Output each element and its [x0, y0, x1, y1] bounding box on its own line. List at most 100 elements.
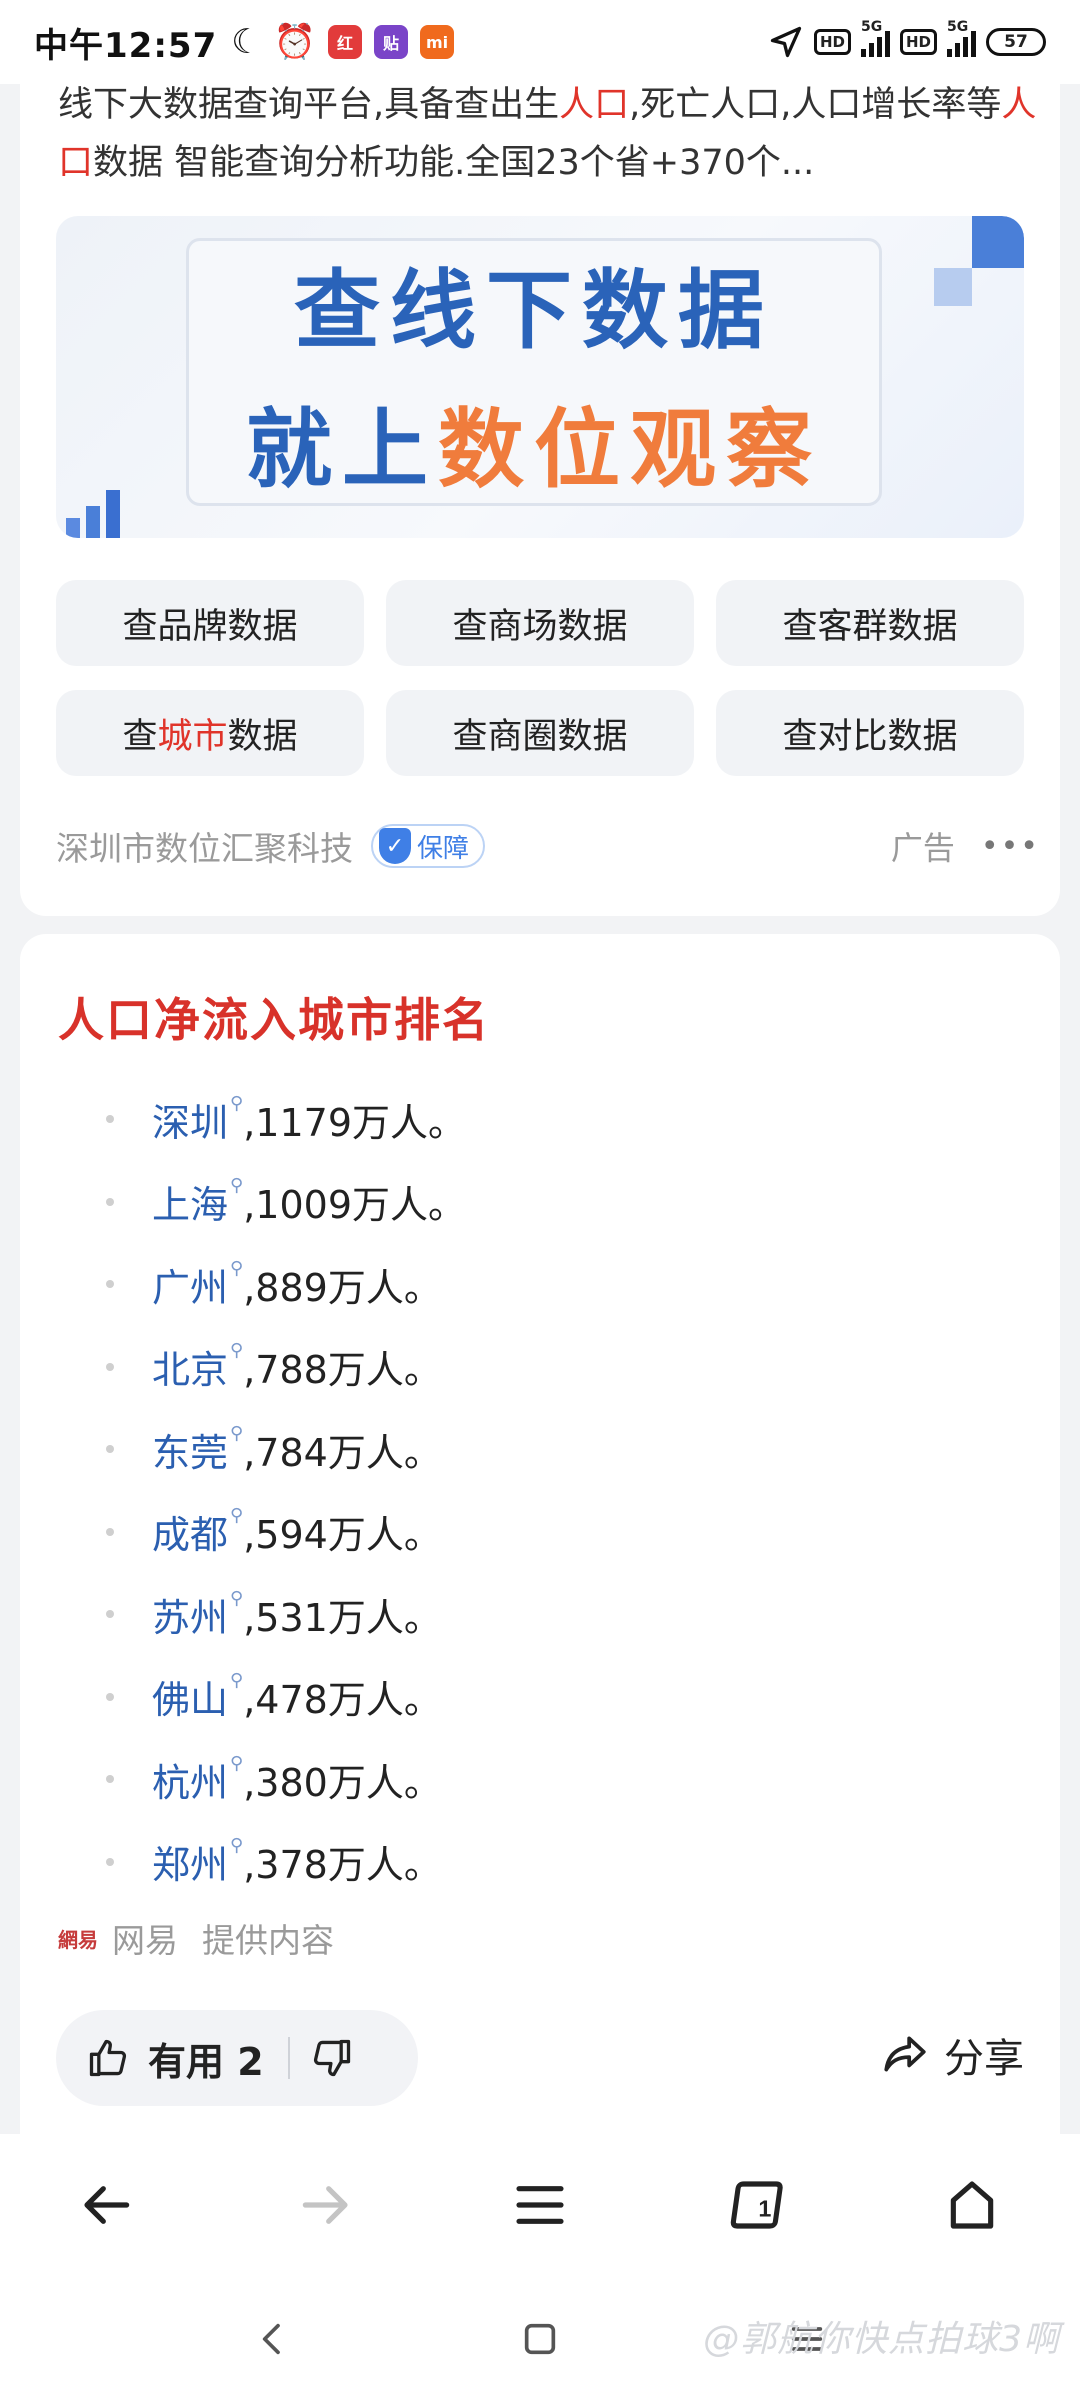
- city-link[interactable]: 苏州: [152, 1587, 228, 1642]
- battery-icon: 57: [986, 28, 1046, 56]
- population-value: ,788万人。: [243, 1348, 442, 1393]
- population-value: ,784万人。: [243, 1430, 442, 1475]
- list-item: 上海 ⚲ ,1009万人。: [58, 1161, 1038, 1244]
- query-brand-button[interactable]: 查品牌数据: [56, 580, 364, 666]
- list-item: 深圳 ⚲ ,1179万人。: [58, 1078, 1038, 1161]
- search-icon[interactable]: ⚲: [230, 1423, 243, 1444]
- ad-banner-image[interactable]: 查线下数据 就上数位观察: [56, 216, 1024, 538]
- city-link[interactable]: 成都: [152, 1504, 228, 1559]
- bullet: [106, 1362, 114, 1371]
- location-icon: [770, 26, 802, 58]
- query-city-button[interactable]: 查城市 数据: [56, 690, 364, 776]
- forward-button[interactable]: [284, 2165, 364, 2245]
- banner-text-panel: 查线下数据 就上数位观察: [186, 238, 882, 506]
- app-notification-icon: 红: [328, 25, 363, 59]
- thumbs-down-icon[interactable]: [310, 2036, 354, 2080]
- city-link[interactable]: 广州: [152, 1257, 228, 1312]
- menu-button[interactable]: [500, 2165, 580, 2245]
- bullet: [106, 1280, 114, 1289]
- hd-icon: HD: [813, 29, 851, 55]
- bullet: [106, 1692, 114, 1701]
- banner-line-2: 就上数位观察: [246, 400, 822, 500]
- city-link[interactable]: 佛山: [152, 1669, 228, 1724]
- city-link[interactable]: 上海: [152, 1174, 228, 1229]
- query-customer-button[interactable]: 查客群数据: [716, 580, 1024, 666]
- query-compare-button[interactable]: 查对比数据: [716, 690, 1024, 776]
- search-icon[interactable]: ⚲: [230, 1258, 243, 1279]
- share-button[interactable]: 分享: [880, 2026, 1024, 2084]
- ad-quick-buttons: 查品牌数据 查商场数据 查客群数据 查城市 数据 查商圈数据 查对比数据: [56, 580, 1024, 776]
- ad-label: 广告: [890, 829, 955, 867]
- arrow-right-icon: [302, 2186, 348, 2224]
- population-value: ,594万人。: [243, 1513, 442, 1558]
- query-business-district-button[interactable]: 查商圈数据: [386, 690, 694, 776]
- hd-icon: HD: [899, 29, 937, 55]
- banner-line-1: 查线下数据: [294, 261, 774, 361]
- tabs-icon: 1: [730, 2181, 783, 2229]
- decor-square: [934, 268, 972, 306]
- clock: 中午12:57: [34, 25, 218, 66]
- population-value: ,378万人。: [243, 1843, 442, 1888]
- list-item: 郑州 ⚲ ,378万人。: [58, 1821, 1038, 1904]
- status-icons-right: HD 5G HD 5G 57: [768, 19, 1046, 60]
- arrow-left-icon: [84, 2186, 130, 2224]
- content-card: 人口净流入城市排名 深圳 ⚲ ,1179万人。 上海 ⚲ ,1009万人。 广州 ⚲ ,88…: [20, 934, 1060, 2134]
- search-icon[interactable]: ⚲: [230, 1670, 243, 1691]
- query-mall-button[interactable]: 查商场数据: [386, 580, 694, 666]
- list-item: 成都 ⚲ ,594万人。: [58, 1491, 1038, 1574]
- ad-card[interactable]: 线下大数据查询平台,具备查出生人口,死亡人口,人口增长率等人口数据 智能查询分析…: [20, 40, 1060, 916]
- app-notification-icon: mi: [420, 25, 455, 59]
- useful-feedback: 有用 2: [56, 2010, 418, 2106]
- search-icon[interactable]: ⚲: [230, 1093, 243, 1114]
- netease-logo: 網易: [58, 1927, 98, 1952]
- population-value: ,1009万人。: [243, 1183, 466, 1228]
- signal-icon: 5G: [860, 19, 890, 57]
- status-bar: 中午12:57 ☾ ⏰ 红 贴 mi HD 5G HD 5G 57: [0, 0, 1080, 84]
- divider: [287, 2037, 290, 2079]
- city-link[interactable]: 郑州: [152, 1834, 228, 1889]
- city-link[interactable]: 东莞: [152, 1422, 228, 1477]
- search-icon[interactable]: ⚲: [230, 1835, 243, 1856]
- ad-description[interactable]: 线下大数据查询平台,具备查出生人口,死亡人口,人口增长率等人口数据 智能查询分析…: [58, 76, 1038, 192]
- system-back-button[interactable]: [243, 2309, 303, 2369]
- svg-text:1: 1: [758, 2196, 771, 2222]
- status-icons-left: ☾ ⏰ 红 贴 mi: [231, 22, 455, 62]
- more-options-icon[interactable]: •••: [981, 829, 1040, 864]
- back-button[interactable]: [68, 2165, 148, 2245]
- advertiser-name[interactable]: 深圳市数位汇聚科技: [56, 822, 353, 870]
- ranking-list: 深圳 ⚲ ,1179万人。 上海 ⚲ ,1009万人。 广州 ⚲ ,889万人。 北京 ⚲ ,7…: [58, 1078, 1038, 1903]
- moon-icon: ☾: [231, 22, 262, 62]
- city-link[interactable]: 杭州: [152, 1752, 228, 1807]
- menu-icon: [516, 2186, 564, 2224]
- list-item: 广州 ⚲ ,889万人。: [58, 1243, 1038, 1326]
- source-name: 网易: [112, 1921, 178, 1960]
- population-value: ,1179万人。: [243, 1100, 466, 1145]
- tabs-button[interactable]: 1: [716, 2165, 796, 2245]
- share-icon: [884, 2036, 926, 2072]
- city-link[interactable]: 北京: [152, 1339, 228, 1394]
- search-icon[interactable]: ⚲: [230, 1753, 243, 1774]
- population-value: ,531万人。: [243, 1595, 442, 1640]
- bullet: [106, 1445, 114, 1454]
- alarm-icon: ⏰: [273, 22, 317, 62]
- chevron-left-icon: [263, 2323, 281, 2354]
- list-item: 苏州 ⚲ ,531万人。: [58, 1573, 1038, 1656]
- useful-count[interactable]: 有用 2: [148, 2031, 264, 2086]
- search-icon[interactable]: ⚲: [230, 1505, 243, 1526]
- bullet: [106, 1197, 114, 1206]
- thumbs-up-icon[interactable]: [86, 2036, 130, 2080]
- decor-bar: [106, 490, 120, 538]
- browser-toolbar: 1: [0, 2134, 1080, 2276]
- home-button[interactable]: [932, 2165, 1012, 2245]
- list-item: 东莞 ⚲ ,784万人。: [58, 1408, 1038, 1491]
- search-icon[interactable]: ⚲: [230, 1175, 243, 1196]
- home-icon: [950, 2181, 994, 2229]
- ad-footer: 深圳市数位汇聚科技 ✓ 保障 广告 •••: [56, 822, 1040, 870]
- content-source[interactable]: 網易 网易 提供内容: [58, 1914, 334, 1962]
- search-icon[interactable]: ⚲: [230, 1588, 243, 1609]
- section-title: 人口净流入城市排名: [58, 993, 490, 1047]
- city-link[interactable]: 深圳: [152, 1092, 228, 1147]
- search-icon[interactable]: ⚲: [230, 1340, 243, 1361]
- system-home-button[interactable]: [510, 2309, 570, 2369]
- guarantee-badge[interactable]: ✓ 保障: [371, 824, 486, 868]
